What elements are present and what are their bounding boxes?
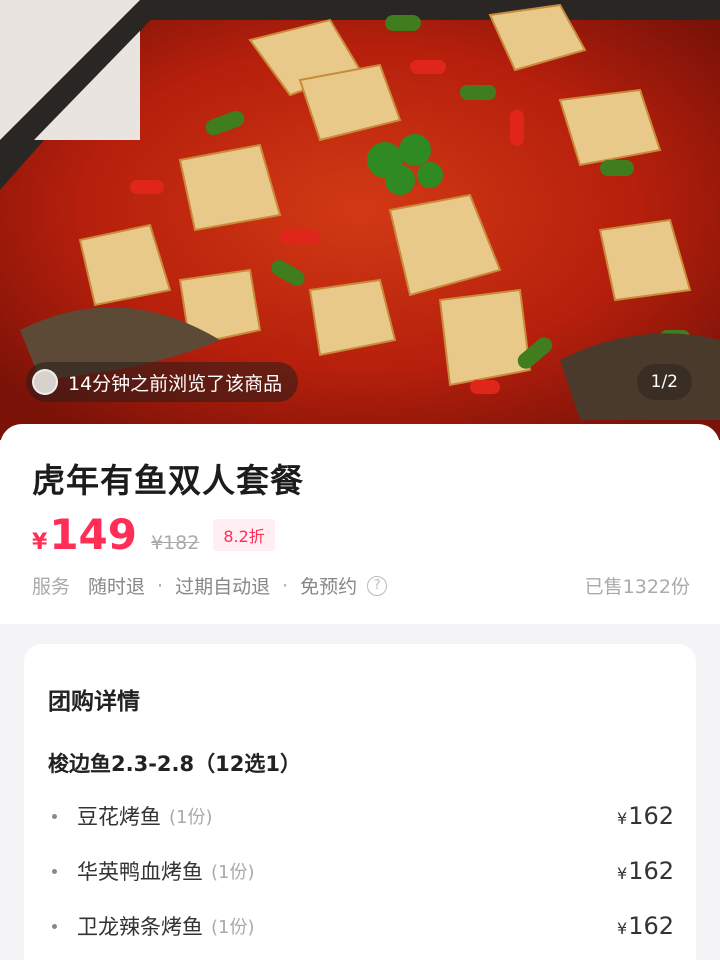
recently-viewed-text: 14分钟之前浏览了该商品 [68,372,283,395]
item-quantity: (1份) [169,807,213,828]
service-anytime-refund: 随时退 [88,576,146,598]
item-price-value: 162 [628,857,674,885]
image-pager: 1/2 [636,364,692,400]
item-currency: ¥ [617,864,628,883]
item-currency: ¥ [617,919,628,938]
service-no-reservation: 免预约 [300,576,358,598]
item-quantity: (1份) [211,917,255,938]
service-separator: · [282,574,289,597]
recently-viewed-pill: 14分钟之前浏览了该商品 [26,362,299,402]
product-info-card: 虎年有鱼双人套餐 ¥ 149 ¥182 8.2折 服务 随时退 · 过期自动退 … [0,424,720,624]
price-currency: ¥ [32,530,48,555]
avatar-icon [32,369,58,395]
details-title: 团购详情 [48,689,140,715]
item-price: ¥162 [617,912,674,940]
service-label: 服务 [32,576,71,598]
bullet-icon [52,923,57,929]
list-item: 华英鸭血烤鱼 (1份) ¥162 [48,851,674,891]
service-separator: · [157,574,164,597]
item-price-value: 162 [628,912,674,940]
current-price: 149 [49,510,137,559]
bullet-icon [52,868,57,874]
item-price: ¥162 [617,857,674,885]
price-row: ¥ 149 ¥182 8.2折 [32,510,275,560]
item-name: 华英鸭血烤鱼 [77,860,203,884]
service-auto-refund: 过期自动退 [175,576,271,598]
discount-badge: 8.2折 [213,519,275,551]
sold-count: 已售1322份 [584,576,690,598]
product-title: 虎年有鱼双人套餐 [32,461,304,500]
item-name: 豆花烤鱼 [77,805,161,829]
item-quantity: (1份) [211,862,255,883]
deal-details-card: 团购详情 梭边鱼2.3-2.8（12选1） 豆花烤鱼 (1份) ¥162 华英鸭… [24,644,696,960]
item-name: 卫龙辣条烤鱼 [77,915,203,939]
original-price: ¥182 [150,532,200,554]
details-group-title: 梭边鱼2.3-2.8（12选1） [48,752,301,776]
list-item: 卫龙辣条烤鱼 (1份) ¥162 [48,906,674,946]
item-currency: ¥ [617,809,628,828]
service-row[interactable]: 服务 随时退 · 过期自动退 · 免预约 ? 已售1322份 [32,572,690,599]
item-price: ¥162 [617,802,674,830]
bullet-icon [52,813,57,819]
item-price-value: 162 [628,802,674,830]
help-icon[interactable]: ? [367,575,388,596]
list-item: 豆花烤鱼 (1份) ¥162 [48,796,674,836]
product-image[interactable]: 14分钟之前浏览了该商品 1/2 [0,0,720,440]
